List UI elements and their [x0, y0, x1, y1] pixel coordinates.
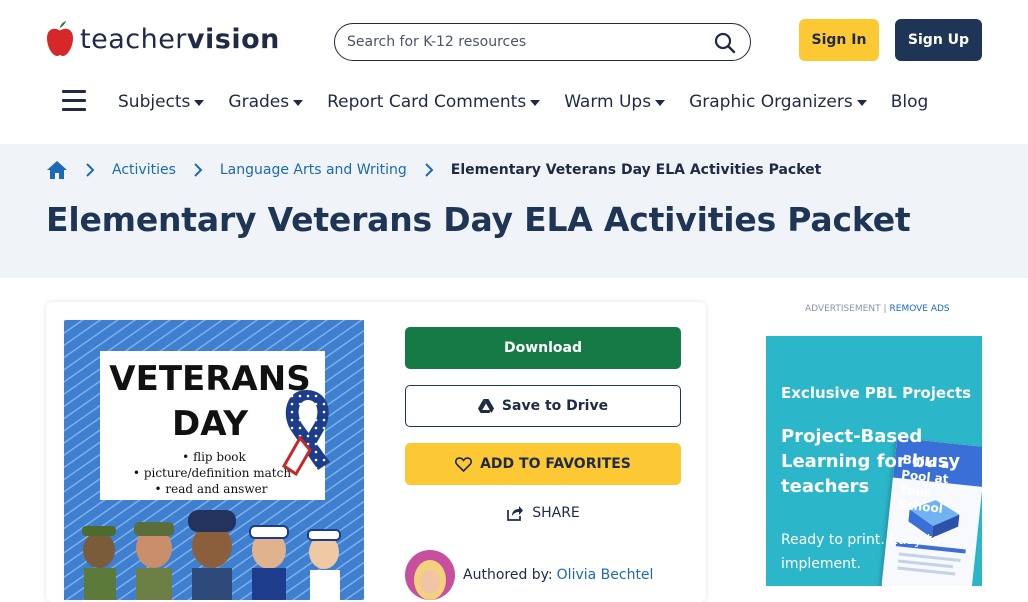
nav-item-blog[interactable]: Blog	[891, 92, 929, 112]
nav-item-label: Graphic Organizers	[689, 92, 853, 112]
advertisement-text: ADVERTISEMENT |	[805, 304, 887, 314]
breadcrumb-link-language-arts[interactable]: Language Arts and Writing	[220, 162, 407, 178]
sign-up-button[interactable]: Sign Up	[895, 19, 982, 61]
heart-icon	[455, 456, 473, 472]
share-label: SHARE	[532, 505, 580, 521]
advertisement-label: ADVERTISEMENT | REMOVE ADS	[805, 304, 950, 314]
site-logo[interactable]: teachervision	[46, 21, 280, 57]
author-info: Authored by: Olivia Bechtel	[405, 550, 653, 600]
ad-copy: Ready to print. Easy to implement.	[781, 532, 941, 572]
save-to-drive-label: Save to Drive	[501, 398, 609, 414]
thumbnail-artwork: VETERANS DAY • flip book • picture/defin…	[64, 320, 364, 600]
caret-down-icon	[194, 99, 205, 106]
author-label: Authored by:	[463, 567, 553, 583]
thumbnail-bullet: • picture/definition match	[133, 466, 291, 480]
nav-item-label: Grades	[228, 92, 290, 112]
resource-card: VETERANS DAY • flip book • picture/defin…	[46, 302, 706, 602]
ad-subhead: Project-Based Learning for busy teachers	[781, 426, 961, 497]
nav-item-warm-ups[interactable]: Warm Ups	[564, 92, 666, 112]
advertisement-banner[interactable]: Build a Pool at Your School Exclusive PB…	[766, 336, 982, 586]
avatar	[405, 550, 455, 600]
remove-ads-link[interactable]: REMOVE ADS	[890, 304, 950, 314]
chevron-right-icon	[419, 160, 439, 180]
thumbnail-title-line1: VETERANS	[109, 359, 310, 399]
search-bar	[334, 23, 751, 61]
nav-item-label: Report Card Comments	[327, 92, 527, 112]
caret-down-icon	[856, 99, 867, 106]
breadcrumb-current: Elementary Veterans Day ELA Activities P…	[450, 162, 822, 178]
add-to-favorites-label: ADD TO FAVORITES	[480, 456, 631, 472]
nav-item-subjects[interactable]: Subjects	[118, 92, 205, 112]
breadcrumb: Activities Language Arts and Writing Ele…	[46, 160, 821, 180]
hamburger-icon[interactable]	[62, 90, 86, 112]
author-name-link[interactable]: Olivia Bechtel	[557, 567, 654, 583]
nav-item-label: Subjects	[118, 92, 191, 112]
chevron-right-icon	[80, 160, 100, 180]
sign-in-button[interactable]: Sign In	[799, 19, 879, 61]
caret-down-icon	[293, 99, 304, 106]
nav-item-label: Blog	[890, 92, 929, 112]
add-to-favorites-button[interactable]: ADD TO FAVORITES	[405, 443, 681, 485]
google-drive-icon	[477, 399, 494, 413]
save-to-drive-button[interactable]: Save to Drive	[405, 385, 681, 427]
thumbnail-bullet: • flip book	[182, 450, 246, 464]
breadcrumb-link-activities[interactable]: Activities	[112, 162, 176, 178]
logo-wordmark: teachervision	[80, 23, 280, 55]
search-icon[interactable]	[714, 32, 736, 54]
thumbnail-bullet: • read and answer	[155, 482, 268, 496]
resource-thumbnail[interactable]: VETERANS DAY • flip book • picture/defin…	[64, 320, 364, 600]
page-title: Elementary Veterans Day ELA Activities P…	[46, 200, 911, 239]
nav-item-label: Warm Ups	[564, 92, 652, 112]
home-icon[interactable]	[46, 160, 68, 180]
apple-logo-icon	[47, 21, 73, 56]
site-header: teachervision Sign In Sign Up	[0, 0, 1028, 80]
nav-item-report-card-comments[interactable]: Report Card Comments	[327, 92, 541, 112]
download-button[interactable]: Download	[405, 327, 681, 369]
share-button[interactable]: SHARE	[405, 499, 681, 527]
search-input[interactable]	[347, 34, 697, 50]
chevron-right-icon	[188, 160, 208, 180]
main-nav: Subjects Grades Report Card Comments War…	[0, 80, 1028, 144]
nav-item-graphic-organizers[interactable]: Graphic Organizers	[689, 92, 867, 112]
caret-down-icon	[530, 99, 541, 106]
caret-down-icon	[655, 99, 666, 106]
share-icon	[506, 505, 524, 521]
nav-item-grades[interactable]: Grades	[228, 92, 304, 112]
ad-headline: Exclusive PBL Projects	[781, 384, 972, 402]
thumbnail-title-line2: DAY	[172, 404, 248, 444]
nav-menu: Subjects Grades Report Card Comments War…	[118, 92, 952, 112]
